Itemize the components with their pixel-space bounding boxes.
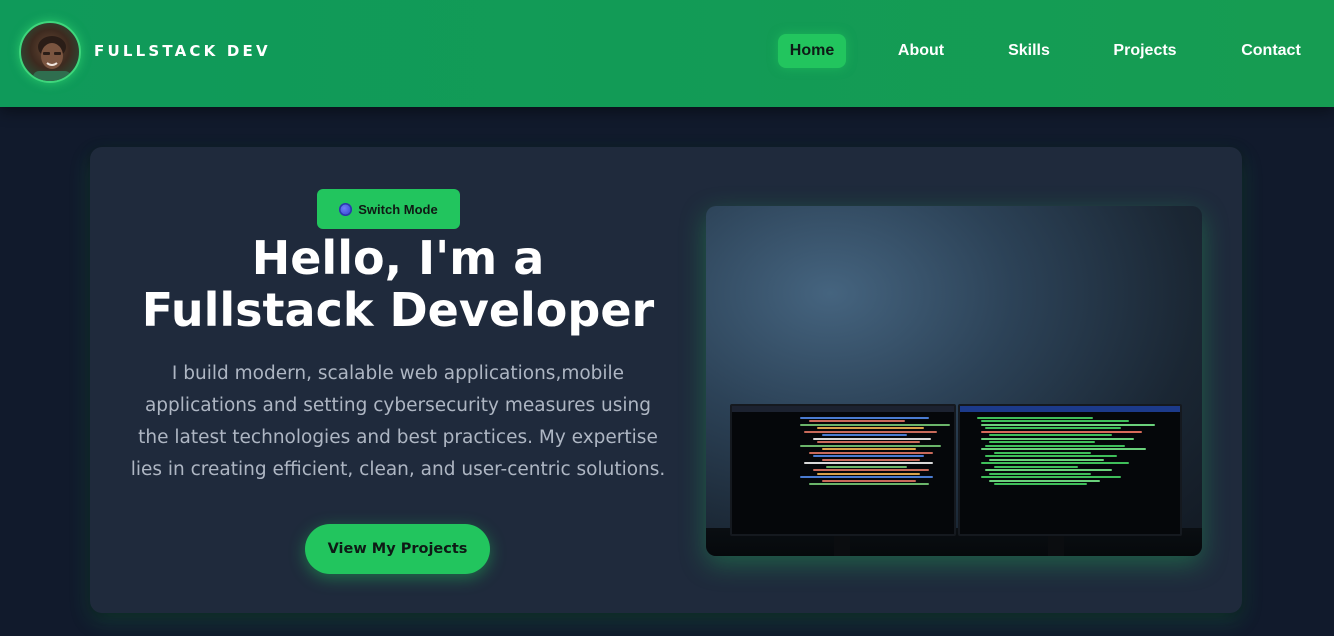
hero-title-line-1: Hello, I'm a xyxy=(251,231,545,285)
hero-title: Hello, I'm a Fullstack Developer xyxy=(120,232,676,336)
monitor-right xyxy=(958,404,1182,536)
monitor-stand-left xyxy=(834,534,850,556)
hero-title-line-2: Fullstack Developer xyxy=(141,283,655,337)
view-projects-button[interactable]: View My Projects xyxy=(305,524,490,574)
hero-image-monitors xyxy=(706,206,1202,556)
moon-icon xyxy=(339,202,353,216)
monitor-right-code xyxy=(960,412,1180,490)
avatar[interactable] xyxy=(19,21,81,83)
nav-skills[interactable]: Skills xyxy=(1001,34,1057,68)
hero-description: I build modern, scalable web application… xyxy=(130,363,666,480)
switch-mode-label: Switch Mode xyxy=(358,201,438,217)
monitor-left xyxy=(730,404,956,536)
monitor-left-code xyxy=(732,412,954,490)
nav-projects[interactable]: Projects xyxy=(1106,34,1184,68)
nav-contact[interactable]: Contact xyxy=(1233,34,1309,68)
brand-title[interactable]: FULLSTACK DEV xyxy=(94,42,271,60)
switch-mode-button[interactable]: Switch Mode xyxy=(317,189,460,229)
nav-home[interactable]: Home xyxy=(778,34,846,68)
top-navbar: FULLSTACK DEV Home About Skills Projects… xyxy=(0,0,1334,107)
avatar-portrait xyxy=(33,36,71,81)
monitor-stand-right xyxy=(1048,534,1064,556)
nav-about[interactable]: About xyxy=(890,34,952,68)
